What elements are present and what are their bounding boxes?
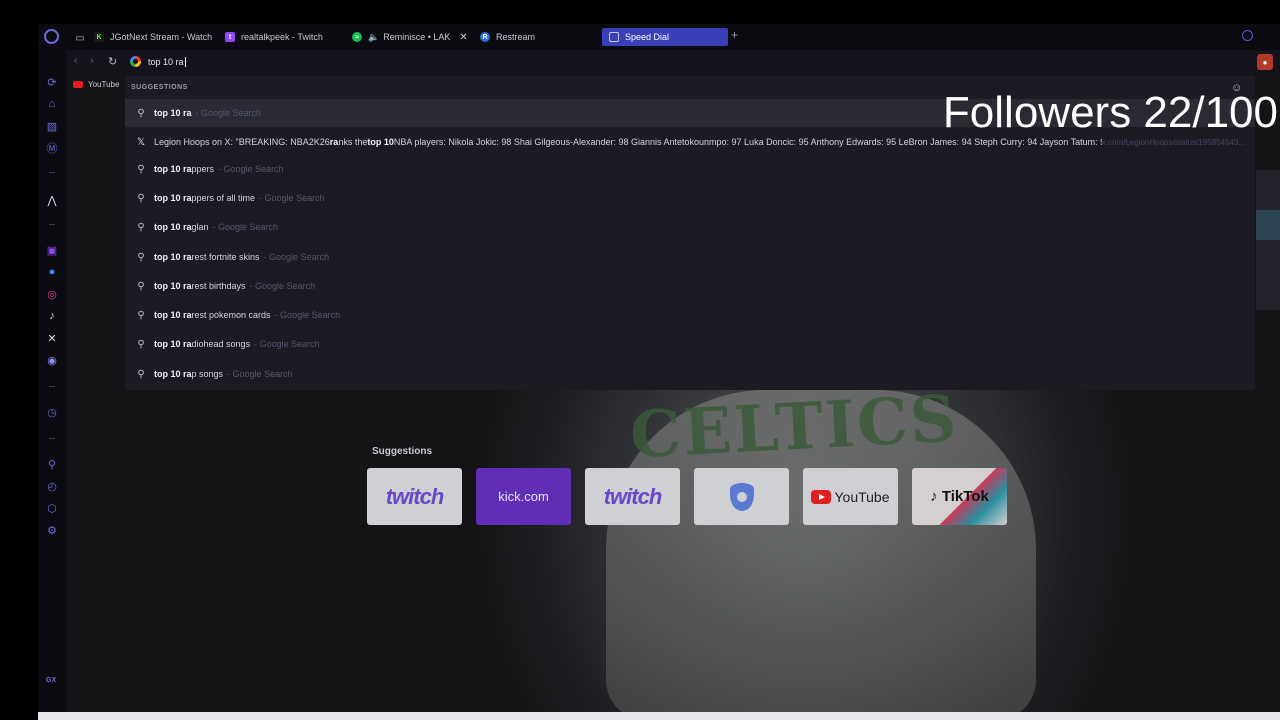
discord-icon[interactable]: ◉	[44, 352, 60, 368]
speed-dial-kick[interactable]: kick.com	[476, 468, 571, 525]
suggestion-item[interactable]: ⚲ top 10 ra p songs - Google Search	[125, 360, 1255, 388]
tab-restream[interactable]: R Restream	[480, 28, 580, 46]
google-icon	[130, 56, 141, 67]
bottom-bar	[38, 712, 1280, 720]
address-input-text[interactable]: top 10 ra	[148, 57, 186, 67]
sidebar: ⟳ ⌂ ▨ Ⓜ ⋀ ▣ ● ◎ ♪ ✕ ◉ ◷ ⚲ ◴ ⬡ ⚙	[38, 24, 66, 714]
suggestion-item[interactable]: ⚲ top 10 ra diohead songs - Google Search	[125, 330, 1255, 358]
tab-speed-dial[interactable]: Speed Dial	[602, 28, 728, 46]
followers-overlay: Followers 22/100	[942, 88, 1278, 137]
twitch-icon: t	[225, 32, 235, 42]
history-icon[interactable]: ◴	[44, 478, 60, 494]
restream-icon: R	[480, 32, 490, 42]
x-icon: 𝕏	[136, 136, 146, 148]
player-icon[interactable]: ◷	[44, 404, 60, 420]
opera-logo-icon[interactable]	[44, 29, 59, 44]
messenger-icon[interactable]: ●	[44, 264, 60, 280]
suggestions-header: SUGGESTIONS	[131, 84, 188, 91]
tiktok-logo-icon: ♪	[930, 488, 938, 505]
search-icon: ⚲	[137, 368, 145, 380]
suggestion-item[interactable]: ⚲ top 10 ra rest fortnite skins - Google …	[125, 243, 1255, 271]
mail-icon[interactable]: Ⓜ	[44, 140, 60, 156]
speed-dial-account[interactable]	[694, 468, 789, 525]
search-icon: ⚲	[137, 251, 145, 263]
sidebar-separator	[49, 386, 55, 387]
new-tab-button[interactable]: +	[731, 28, 738, 42]
grid-icon	[609, 32, 619, 42]
search-icon: ⚲	[137, 163, 145, 175]
suggestion-item[interactable]: ⚲ top 10 ra rest birthdays - Google Searc…	[125, 272, 1255, 300]
gx-label[interactable]: GX	[46, 677, 56, 684]
search-icon: ⚲	[137, 309, 145, 321]
search-icon: ⚲	[137, 221, 145, 233]
spotify-icon: ≈	[352, 32, 362, 42]
account-shield-icon	[729, 482, 754, 511]
search-icon: ⚲	[137, 192, 145, 204]
flow-icon[interactable]: ⌂	[44, 96, 60, 112]
extensions-icon[interactable]: ⬡	[44, 500, 60, 516]
profile-avatar[interactable]: ●	[1257, 54, 1273, 70]
search-icon: ⚲	[137, 107, 145, 119]
search-icon: ⚲	[137, 338, 145, 350]
kick-icon: K	[94, 32, 104, 42]
tab-jgotnext[interactable]: K JGotNext Stream - Watch	[94, 28, 212, 46]
sidebar-separator	[49, 438, 55, 439]
search-tabs-icon[interactable]	[1242, 30, 1253, 41]
right-side-strip-accent	[1256, 210, 1280, 240]
speed-dial-label: Suggestions	[372, 446, 433, 457]
tab-reminisce[interactable]: ≈ 🔈 Reminisce • LAKE ✕	[352, 28, 470, 46]
suggestion-item[interactable]: ⚲ top 10 ra ppers of all time - Google Se…	[125, 184, 1255, 212]
bookmark-youtube[interactable]: YouTube	[73, 80, 119, 89]
pinboard-icon[interactable]: ⚲	[44, 456, 60, 472]
youtube-play-icon	[811, 489, 832, 504]
youtube-icon	[73, 81, 83, 88]
settings-icon[interactable]: ⚙	[44, 522, 60, 538]
back-icon[interactable]: ‹	[74, 55, 78, 67]
address-bar[interactable]	[127, 53, 1247, 71]
speaker-icon[interactable]: 🔈	[368, 32, 379, 43]
suggestion-item[interactable]: ⚲ top 10 ra rest pokemon cards - Google S…	[125, 301, 1255, 329]
ai-icon[interactable]: ⟳	[44, 74, 60, 90]
edit-icon[interactable]: ▨	[44, 118, 60, 134]
text-caret	[184, 57, 186, 67]
x-icon[interactable]: ✕	[44, 330, 60, 346]
speed-dial-youtube[interactable]: YouTube	[803, 468, 898, 525]
search-icon: ⚲	[137, 280, 145, 292]
sidebar-separator	[49, 172, 55, 173]
speed-dial-twitch[interactable]: twitch	[367, 468, 462, 525]
instagram-icon[interactable]: ◎	[44, 286, 60, 302]
reload-icon[interactable]: ↻	[108, 55, 117, 68]
tab-realtalkpeek[interactable]: t realtalkpeek - Twitch	[225, 28, 345, 46]
suggestion-item[interactable]: ⚲ top 10 ra glan - Google Search	[125, 213, 1255, 241]
sidebar-separator	[49, 224, 55, 225]
workspaces-icon[interactable]: ▭	[72, 30, 88, 46]
speed-dial-twitch-2[interactable]: twitch	[585, 468, 680, 525]
twitch-icon[interactable]: ▣	[44, 242, 60, 258]
suggestion-item[interactable]: ⚲ top 10 ra ppers - Google Search	[125, 155, 1255, 183]
top-black-bar	[0, 0, 1280, 24]
arc-icon[interactable]: ⋀	[44, 192, 60, 208]
right-side-strip	[1256, 170, 1280, 310]
close-tab-icon[interactable]: ✕	[459, 32, 467, 43]
forward-icon[interactable]: ›	[90, 55, 94, 67]
speed-dial-tiktok[interactable]: ♪ TikTok	[912, 468, 1007, 525]
tiktok-icon[interactable]: ♪	[44, 308, 60, 324]
